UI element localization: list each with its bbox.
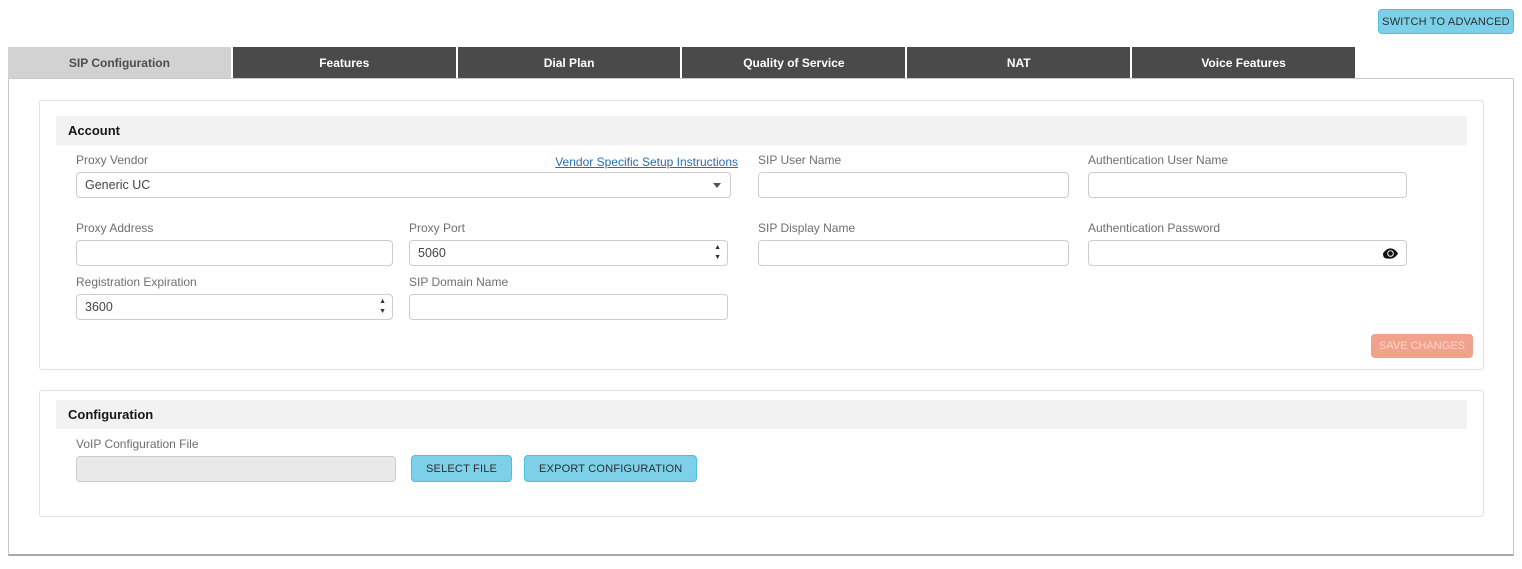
proxy-port-input[interactable] [409,240,728,266]
spinner-up-icon[interactable]: ▲ [714,243,721,253]
eye-icon [1382,247,1398,264]
sip-display-name-input[interactable] [758,240,1069,266]
registration-expiration-field: Registration Expiration ▲ ▼ [76,275,393,320]
registration-expiration-stepper[interactable]: ▲ ▼ [379,297,386,317]
account-section-title: Account [56,116,1467,145]
tab-voice-features[interactable]: Voice Features [1132,47,1355,78]
sip-domain-name-field: SIP Domain Name [409,275,728,320]
tab-quality-of-service[interactable]: Quality of Service [682,47,906,78]
configuration-section-title: Configuration [56,400,1467,429]
sip-configuration-panel: Account Vendor Specific Setup Instructio… [8,78,1514,556]
auth-password-label: Authentication Password [1088,221,1221,235]
voip-configuration-file-input [76,456,396,482]
sip-user-name-field: SIP User Name [758,153,1069,198]
tab-features[interactable]: Features [232,47,456,78]
voip-settings-page: SWITCH TO ADVANCED SIP Configuration Fea… [0,0,1522,569]
sip-user-name-label: SIP User Name [758,153,842,167]
proxy-vendor-field: Proxy Vendor Generic UC [76,153,731,198]
account-section: Account Vendor Specific Setup Instructio… [39,100,1484,370]
switch-to-advanced-button[interactable]: SWITCH TO ADVANCED [1378,9,1514,34]
proxy-port-field: Proxy Port ▲ ▼ [409,221,728,266]
auth-password-field: Authentication Password [1088,221,1407,266]
select-file-button[interactable]: SELECT FILE [411,455,513,482]
sip-user-name-input[interactable] [758,172,1069,198]
spinner-down-icon[interactable]: ▼ [714,253,721,263]
auth-user-name-field: Authentication User Name [1088,153,1407,198]
proxy-vendor-label: Proxy Vendor [76,153,149,167]
voip-configuration-file-label: VoIP Configuration File [76,437,199,451]
registration-expiration-label: Registration Expiration [76,275,197,289]
voip-configuration-file-field: VoIP Configuration File [76,437,396,482]
export-configuration-button[interactable]: EXPORT CONFIGURATION [524,455,698,482]
proxy-address-field: Proxy Address [76,221,393,266]
proxy-vendor-select[interactable]: Generic UC [76,172,731,198]
sip-domain-name-input[interactable] [409,294,728,320]
auth-user-name-input[interactable] [1088,172,1407,198]
sip-display-name-label: SIP Display Name [758,221,856,235]
toggle-password-visibility-button[interactable] [1381,245,1399,261]
tab-dial-plan[interactable]: Dial Plan [457,47,681,78]
sip-display-name-field: SIP Display Name [758,221,1069,266]
auth-password-input[interactable] [1088,240,1407,266]
tab-nat[interactable]: NAT [907,47,1131,78]
proxy-address-label: Proxy Address [76,221,154,235]
tab-bar: SIP Configuration Features Dial Plan Qua… [8,47,1355,78]
sip-domain-name-label: SIP Domain Name [409,275,509,289]
spinner-up-icon[interactable]: ▲ [379,297,386,307]
tab-sip-configuration[interactable]: SIP Configuration [8,47,231,78]
proxy-address-input[interactable] [76,240,393,266]
configuration-section: Configuration VoIP Configuration File SE… [39,390,1484,517]
proxy-port-label: Proxy Port [409,221,466,235]
auth-user-name-label: Authentication User Name [1088,153,1229,167]
registration-expiration-input[interactable] [76,294,393,320]
save-changes-button[interactable]: SAVE CHANGES [1371,334,1473,358]
proxy-port-stepper[interactable]: ▲ ▼ [714,243,721,263]
spinner-down-icon[interactable]: ▼ [379,307,386,317]
